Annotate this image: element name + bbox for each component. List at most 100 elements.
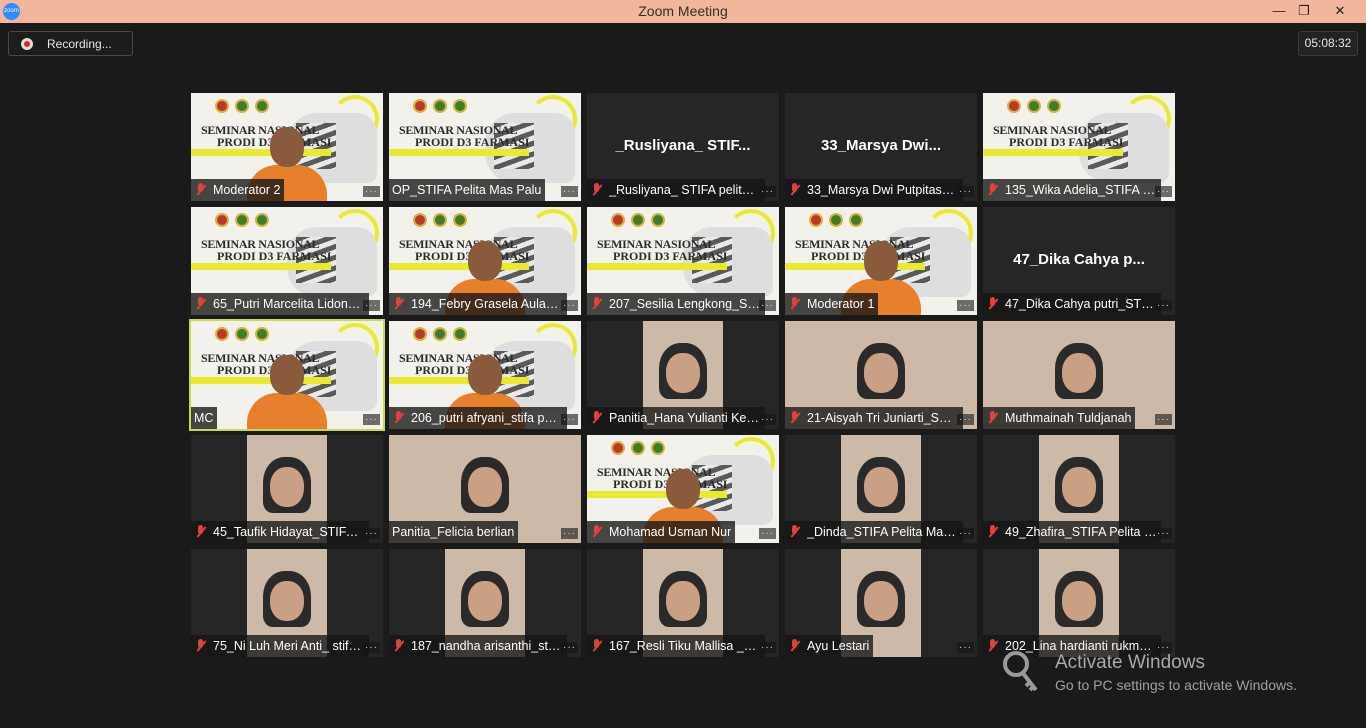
- more-options-button[interactable]: ···: [363, 186, 380, 197]
- more-options-button[interactable]: ···: [957, 300, 974, 311]
- participant-name: Mohamad Usman Nur: [609, 525, 732, 539]
- mic-muted-icon: [590, 410, 604, 426]
- mic-muted-icon: [392, 296, 406, 312]
- more-options-button[interactable]: ···: [759, 414, 776, 425]
- participant-tile[interactable]: Panitia_Hana Yulianti Kenta ···: [587, 321, 779, 429]
- participant-face: [666, 581, 700, 621]
- participant-tile[interactable]: Ayu Lestari ···: [785, 549, 977, 657]
- participant-tile[interactable]: _Rusliyana_ STIF... _Rusliyana_ STIFA pel…: [587, 93, 779, 201]
- participant-name: Muthmainah Tuldjanah: [1005, 411, 1132, 425]
- participant-name: 47_Dika Cahya putri_STIFA ...: [1005, 297, 1157, 311]
- participant-face: [864, 353, 898, 393]
- participant-tile[interactable]: _Dinda_STIFA Pelita Mas Palu···: [785, 435, 977, 543]
- more-options-button[interactable]: ···: [759, 642, 776, 653]
- mic-muted-icon: [590, 296, 604, 312]
- watermark-subtitle: Go to PC settings to activate Windows.: [1055, 677, 1297, 693]
- participant-tile[interactable]: 33_Marsya Dwi... 33_Marsya Dwi Putpitasar…: [785, 93, 977, 201]
- participant-face: [468, 241, 502, 281]
- more-options-button[interactable]: ···: [363, 300, 380, 311]
- more-options-button[interactable]: ···: [561, 414, 578, 425]
- participant-face: [468, 355, 502, 395]
- mic-muted-icon: [788, 296, 802, 312]
- more-options-button[interactable]: ···: [759, 528, 776, 539]
- participant-face: [270, 467, 304, 507]
- recording-label: Recording...: [47, 37, 112, 51]
- more-options-button[interactable]: ···: [1155, 414, 1172, 425]
- more-options-button[interactable]: ···: [759, 186, 776, 197]
- participant-tile[interactable]: 167_Resli Tiku Mallisa _STIF...···: [587, 549, 779, 657]
- more-options-button[interactable]: ···: [759, 300, 776, 311]
- more-options-button[interactable]: ···: [561, 186, 578, 197]
- more-options-button[interactable]: ···: [1155, 186, 1172, 197]
- mic-muted-icon: [986, 410, 1000, 426]
- more-options-button[interactable]: ···: [957, 642, 974, 653]
- participant-tile[interactable]: SEMINAR NASIONAL PRODI D3 FARMASI MC ···: [189, 319, 385, 431]
- mic-muted-icon: [194, 296, 208, 312]
- banner-logos: [1007, 99, 1061, 113]
- participant-tile[interactable]: 45_Taufik Hidayat_STIFA Pel...···: [191, 435, 383, 543]
- recording-indicator[interactable]: Recording...: [8, 31, 133, 56]
- participant-tile[interactable]: SEMINAR NASIONAL PRODI D3 FARMASI 207_Sesi…: [587, 207, 779, 315]
- participant-tile[interactable]: SEMINAR NASIONAL PRODI D3 FARMASI 135_Wika…: [983, 93, 1175, 201]
- mic-muted-icon: [194, 638, 208, 654]
- more-options-button[interactable]: ···: [363, 528, 380, 539]
- mic-muted-icon: [392, 638, 406, 654]
- participant-face: [270, 355, 304, 395]
- window-titlebar: zoom Zoom Meeting — ❐ ✕: [0, 0, 1366, 23]
- participant-tile[interactable]: SEMINAR NASIONAL PRODI D3 FARMASI 194_Febr…: [389, 207, 581, 315]
- banner-logos: [215, 99, 269, 113]
- more-options-button[interactable]: ···: [363, 414, 380, 425]
- participant-face: [1062, 581, 1096, 621]
- participant-name: Ayu Lestari: [807, 639, 870, 653]
- banner-logos: [413, 327, 467, 341]
- more-options-button[interactable]: ···: [957, 414, 974, 425]
- participant-tile[interactable]: SEMINAR NASIONAL PRODI D3 FARMASI 206_putr…: [389, 321, 581, 429]
- participant-display-name: _Rusliyana_ STIF...: [615, 137, 751, 154]
- banner-logos: [611, 213, 665, 227]
- participant-tile[interactable]: SEMINAR NASIONAL PRODI D3 FARMASI OP_STIFA…: [389, 93, 581, 201]
- participant-tile[interactable]: SEMINAR NASIONAL PRODI D3 FARMASI 65_Putri…: [191, 207, 383, 315]
- more-options-button[interactable]: ···: [561, 528, 578, 539]
- more-options-button[interactable]: ···: [363, 642, 380, 653]
- banner-logos: [611, 441, 665, 455]
- more-options-button[interactable]: ···: [561, 300, 578, 311]
- banner-logos: [215, 327, 269, 341]
- participant-tile[interactable]: SEMINAR NASIONAL PRODI D3 FARMASI Mohamad …: [587, 435, 779, 543]
- participant-name: 65_Putri Marcelita Lidongi_...: [213, 297, 365, 311]
- more-options-button[interactable]: ···: [957, 186, 974, 197]
- mic-muted-icon: [194, 524, 208, 540]
- participant-face: [864, 241, 898, 281]
- close-button[interactable]: ✕: [1320, 0, 1360, 23]
- gallery-grid: SEMINAR NASIONAL PRODI D3 FARMASI Moderato…: [189, 93, 1175, 657]
- participant-display-name: 33_Marsya Dwi...: [820, 137, 942, 154]
- mic-muted-icon: [788, 410, 802, 426]
- participant-tile[interactable]: 21-Aisyah Tri Juniarti_STIFA... ···: [785, 321, 977, 429]
- participant-name: 45_Taufik Hidayat_STIFA Pel...: [213, 525, 365, 539]
- participant-tile[interactable]: SEMINAR NASIONAL PRODI D3 FARMASI Moderato…: [785, 207, 977, 315]
- participant-name: Panitia_Felicia berlian: [392, 525, 515, 539]
- more-options-button[interactable]: ···: [1155, 528, 1172, 539]
- participant-tile[interactable]: Muthmainah Tuldjanah ···: [983, 321, 1175, 429]
- participant-name: 21-Aisyah Tri Juniarti_STIFA...: [807, 411, 959, 425]
- participant-face: [270, 127, 304, 167]
- mic-muted-icon: [590, 638, 604, 654]
- participant-tile[interactable]: 187_nandha arisanthi_stifa ... ···: [389, 549, 581, 657]
- more-options-button[interactable]: ···: [1155, 300, 1172, 311]
- participant-tile[interactable]: 202_Lina hardianti rukmana... ···: [983, 549, 1175, 657]
- mic-muted-icon: [788, 638, 802, 654]
- participant-tile[interactable]: SEMINAR NASIONAL PRODI D3 FARMASI Moderato…: [191, 93, 383, 201]
- banner-line2: PRODI D3 FARMASI: [1009, 135, 1124, 149]
- participant-tile[interactable]: Panitia_Felicia berlian ···: [389, 435, 581, 543]
- participant-face: [864, 467, 898, 507]
- mic-muted-icon: [986, 638, 1000, 654]
- banner-line2: PRODI D3 FARMASI: [415, 135, 530, 149]
- more-options-button[interactable]: ···: [561, 642, 578, 653]
- more-options-button[interactable]: ···: [957, 528, 974, 539]
- participant-tile[interactable]: 47_Dika Cahya p... 47_Dika Cahya putri_ST…: [983, 207, 1175, 315]
- participant-tile[interactable]: 49_Zhafira_STIFA Pelita Ma... ···: [983, 435, 1175, 543]
- participant-tile[interactable]: 75_Ni Luh Meri Anti_ stifa p... ···: [191, 549, 383, 657]
- mic-muted-icon: [986, 296, 1000, 312]
- restore-button[interactable]: ❐: [1289, 0, 1319, 23]
- participant-name: MC: [194, 411, 214, 425]
- meeting-timer: 05:08:32: [1298, 31, 1358, 56]
